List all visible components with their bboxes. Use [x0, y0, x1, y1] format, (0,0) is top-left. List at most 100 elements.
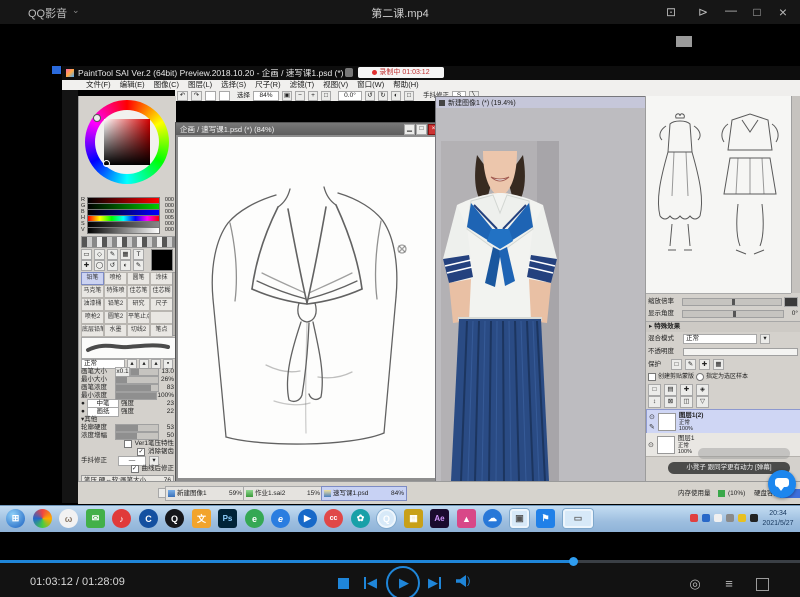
menu-layer[interactable]: 图层(L): [188, 80, 212, 90]
menu-file[interactable]: 文件(F): [86, 80, 111, 90]
next-button[interactable]: ▶: [428, 575, 441, 591]
hand-tool-icon[interactable]: ◐: [120, 260, 131, 271]
density-slider[interactable]: [115, 384, 159, 392]
video-area[interactable]: PaintTool SAI Ver.2 (64bit) Preview.2018…: [0, 24, 800, 532]
brush-item[interactable]: 马克笔: [81, 285, 104, 298]
zoom-tool-icon[interactable]: ◯: [94, 260, 105, 271]
color-wheel[interactable]: [85, 100, 169, 184]
sai-preview-icon[interactable]: ▭: [563, 509, 593, 528]
view-angle-slider[interactable]: [682, 310, 784, 318]
protect-all-icon[interactable]: ▦: [713, 359, 724, 370]
reference-window[interactable]: 新建图像1 (*) (19.4%): [435, 96, 647, 483]
canvas-maximize-icon[interactable]: □: [416, 124, 427, 135]
canvas-window-titlebar[interactable]: 企画 / 速写课1.psd (*) (84%) ▁ □ ×: [176, 123, 441, 135]
swatch-strip[interactable]: [81, 236, 176, 248]
stab-button[interactable]: ▾: [149, 456, 159, 466]
progress-knob[interactable]: [569, 557, 578, 566]
brush-item[interactable]: 圆笔: [127, 272, 150, 285]
doc-tab[interactable]: 新建图像1 59%: [165, 486, 245, 501]
pinwheel-app-icon[interactable]: ✿: [351, 509, 370, 528]
menu-select[interactable]: 选择(S): [221, 80, 246, 90]
rotate-tool-icon[interactable]: ↺: [107, 260, 118, 271]
music-app-icon[interactable]: ♪: [112, 509, 131, 528]
progress-track[interactable]: [0, 560, 800, 563]
ver1-checkbox[interactable]: [124, 440, 132, 448]
brush-item[interactable]: 铅笔: [81, 272, 104, 285]
menu-window[interactable]: 窗口(W): [357, 80, 384, 90]
new-folder-icon[interactable]: ▤: [664, 384, 677, 396]
previous-button[interactable]: ◀: [364, 575, 377, 591]
brush-item[interactable]: 佳芯笔: [127, 285, 150, 298]
canvas-surface[interactable]: [178, 137, 437, 478]
protect-draw-icon[interactable]: ✎: [685, 359, 696, 370]
brush-item[interactable]: 喷枪2: [81, 311, 104, 324]
menu-edit[interactable]: 编辑(E): [120, 80, 145, 90]
zoom-fit-button[interactable]: ▣: [282, 91, 292, 101]
zoom-out-button[interactable]: −: [295, 91, 305, 101]
swatch-slot-2[interactable]: [219, 91, 230, 101]
rotate-cw-button[interactable]: ↻: [378, 91, 388, 101]
cloud-drive-icon[interactable]: ☁: [483, 509, 502, 528]
sketch-thumbnails[interactable]: [646, 96, 791, 294]
zoom-ratio-box[interactable]: [784, 297, 798, 307]
menu-image[interactable]: 图像(C): [154, 80, 179, 90]
tray-icon-yellow[interactable]: [738, 514, 746, 522]
zoom-in-button[interactable]: +: [308, 91, 318, 101]
protect-transparent-icon[interactable]: □: [671, 359, 682, 370]
internet-explorer-icon[interactable]: e: [271, 509, 290, 528]
yellow-app-icon[interactable]: ▦: [404, 509, 423, 528]
gain-slider[interactable]: [115, 432, 159, 440]
canvas-window[interactable]: 企画 / 速写课1.psd (*) (84%) ▁ □ ×: [175, 122, 442, 482]
sai-titlebar[interactable]: PaintTool SAI Ver.2 (64bit) Preview.2018…: [62, 66, 800, 80]
canvas-minimize-icon[interactable]: ▁: [404, 124, 415, 135]
transfer-layer-icon[interactable]: ◫: [680, 396, 693, 408]
bird-app-icon[interactable]: ⚑: [536, 509, 555, 528]
cc-live-icon[interactable]: cc: [324, 509, 343, 528]
delete-layer-icon[interactable]: ▽: [696, 396, 709, 408]
angle-reset-button[interactable]: □: [404, 91, 414, 101]
taskbar-clock[interactable]: 20:34 2021/5/27: [758, 509, 798, 529]
brush-item[interactable]: 铅笔2: [104, 298, 127, 311]
video-settings-icon[interactable]: ◎: [684, 576, 706, 592]
opacity-slider[interactable]: [683, 348, 798, 356]
magic-wand-icon[interactable]: ◈: [696, 384, 709, 396]
brush-item[interactable]: 平笔止点: [127, 311, 150, 324]
wand-tool-icon[interactable]: ▦: [120, 249, 131, 260]
brush-item[interactable]: 特殊喷: [104, 285, 127, 298]
chat-bubble-button[interactable]: [768, 470, 796, 498]
photoshop-icon[interactable]: Ps: [218, 509, 237, 528]
sv-square[interactable]: [104, 119, 150, 165]
doc-tab-active[interactable]: 速写课1.psd 84%: [321, 486, 407, 501]
brush-item[interactable]: 研究: [127, 298, 150, 311]
pen-tool-icon[interactable]: ✎: [107, 249, 118, 260]
lasso-tool-icon[interactable]: ◇: [94, 249, 105, 260]
edge-slider[interactable]: [115, 424, 159, 432]
tray-icon-white[interactable]: [714, 514, 722, 522]
slider-v[interactable]: [87, 227, 160, 234]
stop-button[interactable]: [338, 578, 349, 589]
volume-button[interactable]: ): [456, 575, 470, 587]
stab-select[interactable]: —: [118, 456, 146, 466]
green-browser-icon[interactable]: e: [245, 509, 264, 528]
after-effects-icon[interactable]: Ae: [430, 509, 449, 528]
brush-item[interactable]: 佳芯糊: [150, 285, 173, 298]
tray-icon-blue[interactable]: [702, 514, 710, 522]
layer-item-selected[interactable]: ⊙ ✎ 图层1(2) 正常 100%: [646, 409, 800, 434]
new-layer-icon[interactable]: □: [648, 384, 661, 396]
marquee-tool-icon[interactable]: ▭: [81, 249, 92, 260]
pet-app-icon[interactable]: ω: [59, 509, 78, 528]
qq-icon[interactable]: Q: [165, 509, 184, 528]
layer-visible-eye-icon[interactable]: ⊙: [648, 441, 654, 449]
layer-order-icon[interactable]: ↕: [648, 396, 661, 408]
merge-layer-icon[interactable]: ⊠: [664, 396, 677, 408]
angle-field[interactable]: 0.0°: [338, 91, 362, 101]
brush-item[interactable]: [150, 311, 173, 324]
mindensity-slider[interactable]: [115, 392, 157, 400]
start-button[interactable]: ⊞: [6, 509, 25, 528]
brush-item[interactable]: 尺子: [150, 298, 173, 311]
menu-ruler[interactable]: 尺子(R): [255, 80, 280, 90]
redo-button[interactable]: ↷: [191, 91, 202, 101]
move-tool-icon[interactable]: ✚: [81, 260, 92, 271]
minsize-slider[interactable]: [115, 376, 159, 384]
play-button[interactable]: ▶: [386, 566, 420, 597]
